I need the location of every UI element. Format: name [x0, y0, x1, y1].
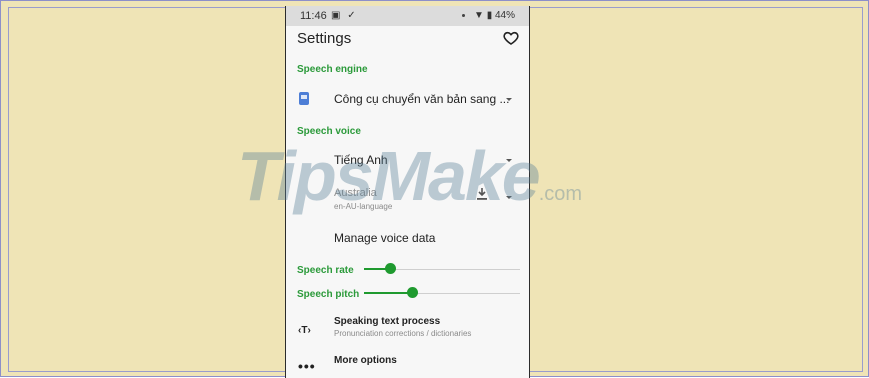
watermark-suffix: .com: [538, 183, 583, 205]
speech-pitch-label: Speech pitch: [297, 289, 360, 300]
speech-rate-thumb[interactable]: [385, 263, 397, 274]
more-options[interactable]: More options: [334, 355, 397, 366]
battery-icon: ▮: [486, 10, 493, 21]
page-title: Settings: [297, 30, 352, 47]
status-time: 11:46: [300, 10, 327, 22]
text-process-icon: ‹T›: [298, 325, 311, 336]
dot-icon: [462, 13, 466, 17]
speech-rate-label: Speech rate: [297, 265, 354, 276]
status-bar: 11:46 ▣ ✓ ▼ ▮ 44%: [286, 6, 529, 26]
heart-icon[interactable]: [503, 30, 519, 46]
wifi-icon: ▼: [474, 10, 484, 21]
notification-icons: ▣ ✓: [331, 10, 358, 21]
chevron-down-icon[interactable]: [506, 98, 512, 101]
tts-engine-icon: [299, 92, 309, 105]
speech-pitch-fill: [364, 292, 413, 294]
section-speech-engine: Speech engine: [297, 64, 368, 75]
manage-voice-data[interactable]: Manage voice data: [334, 231, 435, 245]
speech-pitch-thumb[interactable]: [406, 287, 418, 298]
watermark-brand: TipsMake: [237, 137, 541, 215]
speaking-text-process-sub: Pronunciation corrections / dictionaries: [334, 329, 472, 338]
battery-percent: 44%: [494, 10, 515, 21]
speaking-text-process[interactable]: Speaking text process: [334, 316, 440, 327]
engine-select[interactable]: Công cụ chuyển văn bản sang ...: [334, 92, 509, 106]
more-horiz-icon: •••: [298, 358, 316, 374]
status-right: ▼ ▮ 44%: [462, 10, 515, 21]
watermark: TipsMake.com: [237, 136, 582, 216]
page-frame: 11:46 ▣ ✓ ▼ ▮ 44% Settings Speech engine…: [0, 0, 869, 378]
